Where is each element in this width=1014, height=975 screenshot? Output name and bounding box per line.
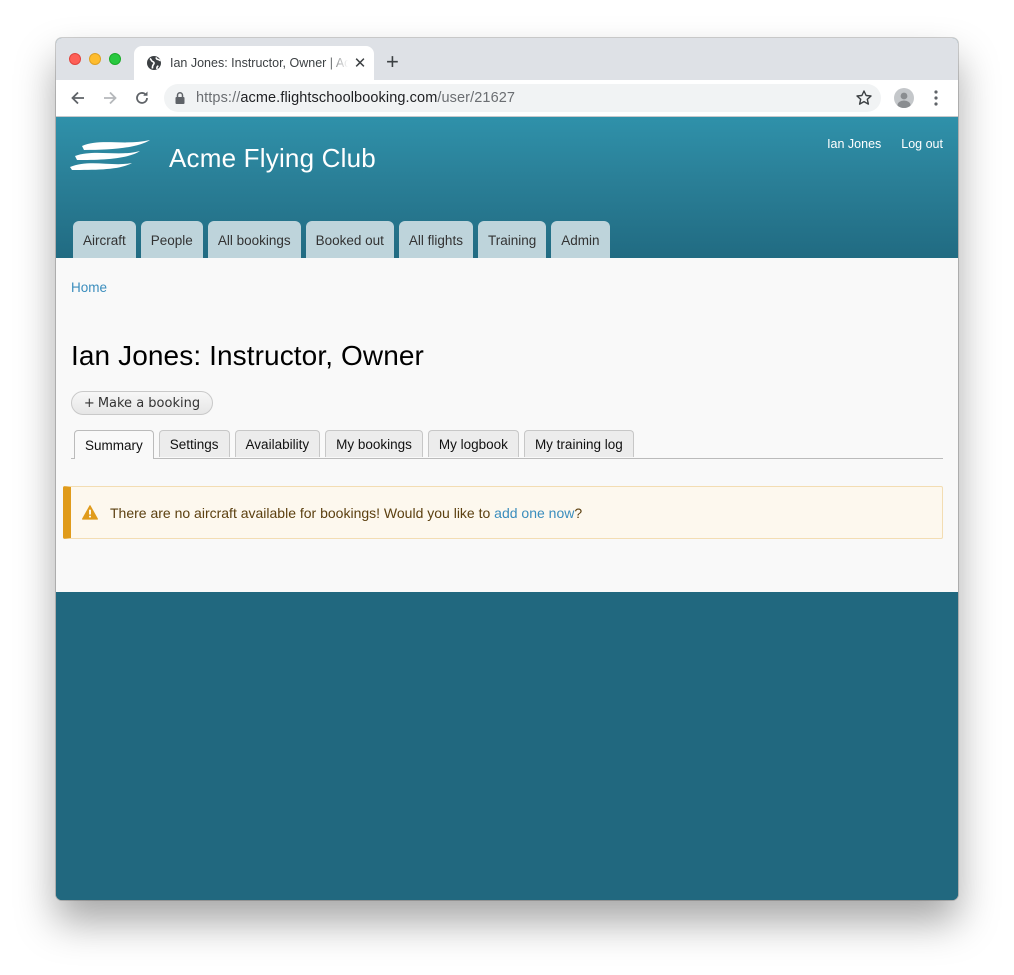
reload-icon[interactable] [132, 88, 152, 108]
breadcrumb-home-link[interactable]: Home [71, 280, 107, 295]
nav-tab-all-flights[interactable]: All flights [398, 221, 473, 258]
nav-tab-aircraft[interactable]: Aircraft [73, 221, 136, 258]
site-title[interactable]: Acme Flying Club [169, 143, 376, 174]
tab-settings[interactable]: Settings [158, 430, 230, 457]
make-booking-label: Make a booking [97, 395, 201, 411]
globe-icon [147, 56, 161, 70]
warning-triangle-icon [82, 505, 98, 520]
profile-avatar-icon[interactable] [894, 88, 914, 108]
minimize-window-button[interactable] [89, 53, 101, 65]
user-profile-link[interactable]: Ian Jones [827, 137, 881, 151]
main-content: Home Ian Jones: Instructor, Owner + Make… [56, 258, 958, 592]
browser-tab-title: Ian Jones: Instructor, Owner | Acme Flyi… [170, 56, 348, 70]
page-footer [56, 592, 958, 900]
main-nav: Aircraft People All bookings Booked out … [73, 221, 610, 258]
forward-arrow-icon[interactable] [100, 88, 120, 108]
warning-alert: There are no aircraft available for book… [63, 486, 943, 539]
tab-my-logbook[interactable]: My logbook [427, 430, 519, 457]
url-text: https://acme.flightschoolbooking.com/use… [196, 90, 516, 106]
browser-toolbar: https://acme.flightschoolbooking.com/use… [56, 80, 958, 117]
tab-my-bookings[interactable]: My bookings [325, 430, 423, 457]
star-icon[interactable] [855, 89, 873, 107]
add-aircraft-link[interactable]: add one now [494, 505, 574, 521]
close-icon[interactable]: ✕ [352, 54, 368, 72]
page-title: Ian Jones: Instructor, Owner [71, 340, 424, 371]
make-booking-button[interactable]: + Make a booking [71, 391, 213, 415]
plus-icon: + [83, 395, 95, 411]
logout-link[interactable]: Log out [901, 137, 943, 151]
address-bar[interactable]: https://acme.flightschoolbooking.com/use… [164, 84, 881, 112]
wings-logo-icon[interactable] [70, 138, 152, 170]
new-tab-button[interactable]: + [386, 51, 399, 73]
nav-tab-admin[interactable]: Admin [551, 221, 610, 258]
browser-tab-strip: Ian Jones: Instructor, Owner | Acme Flyi… [56, 38, 958, 80]
alert-message: There are no aircraft available for book… [110, 504, 583, 521]
site-header: Acme Flying Club Ian Jones Log out Aircr… [56, 117, 958, 258]
profile-tabs: Summary Settings Availability My booking… [71, 430, 943, 459]
browser-tab[interactable]: Ian Jones: Instructor, Owner | Acme Flyi… [134, 46, 374, 80]
back-arrow-icon[interactable] [68, 88, 88, 108]
nav-tab-training[interactable]: Training [477, 221, 547, 258]
user-links: Ian Jones Log out [827, 137, 943, 151]
tab-availability[interactable]: Availability [234, 430, 321, 457]
maximize-window-button[interactable] [109, 53, 121, 65]
nav-tab-booked-out[interactable]: Booked out [305, 221, 394, 258]
lock-icon [175, 92, 185, 104]
kebab-menu-icon[interactable] [930, 89, 942, 107]
tab-summary[interactable]: Summary [74, 430, 154, 459]
web-page: Acme Flying Club Ian Jones Log out Aircr… [56, 117, 958, 900]
nav-tab-all-bookings[interactable]: All bookings [207, 221, 301, 258]
nav-tab-people[interactable]: People [140, 221, 203, 258]
tab-my-training-log[interactable]: My training log [523, 430, 634, 457]
breadcrumb: Home [71, 280, 107, 295]
browser-window: Ian Jones: Instructor, Owner | Acme Flyi… [56, 38, 958, 900]
close-window-button[interactable] [69, 53, 81, 65]
